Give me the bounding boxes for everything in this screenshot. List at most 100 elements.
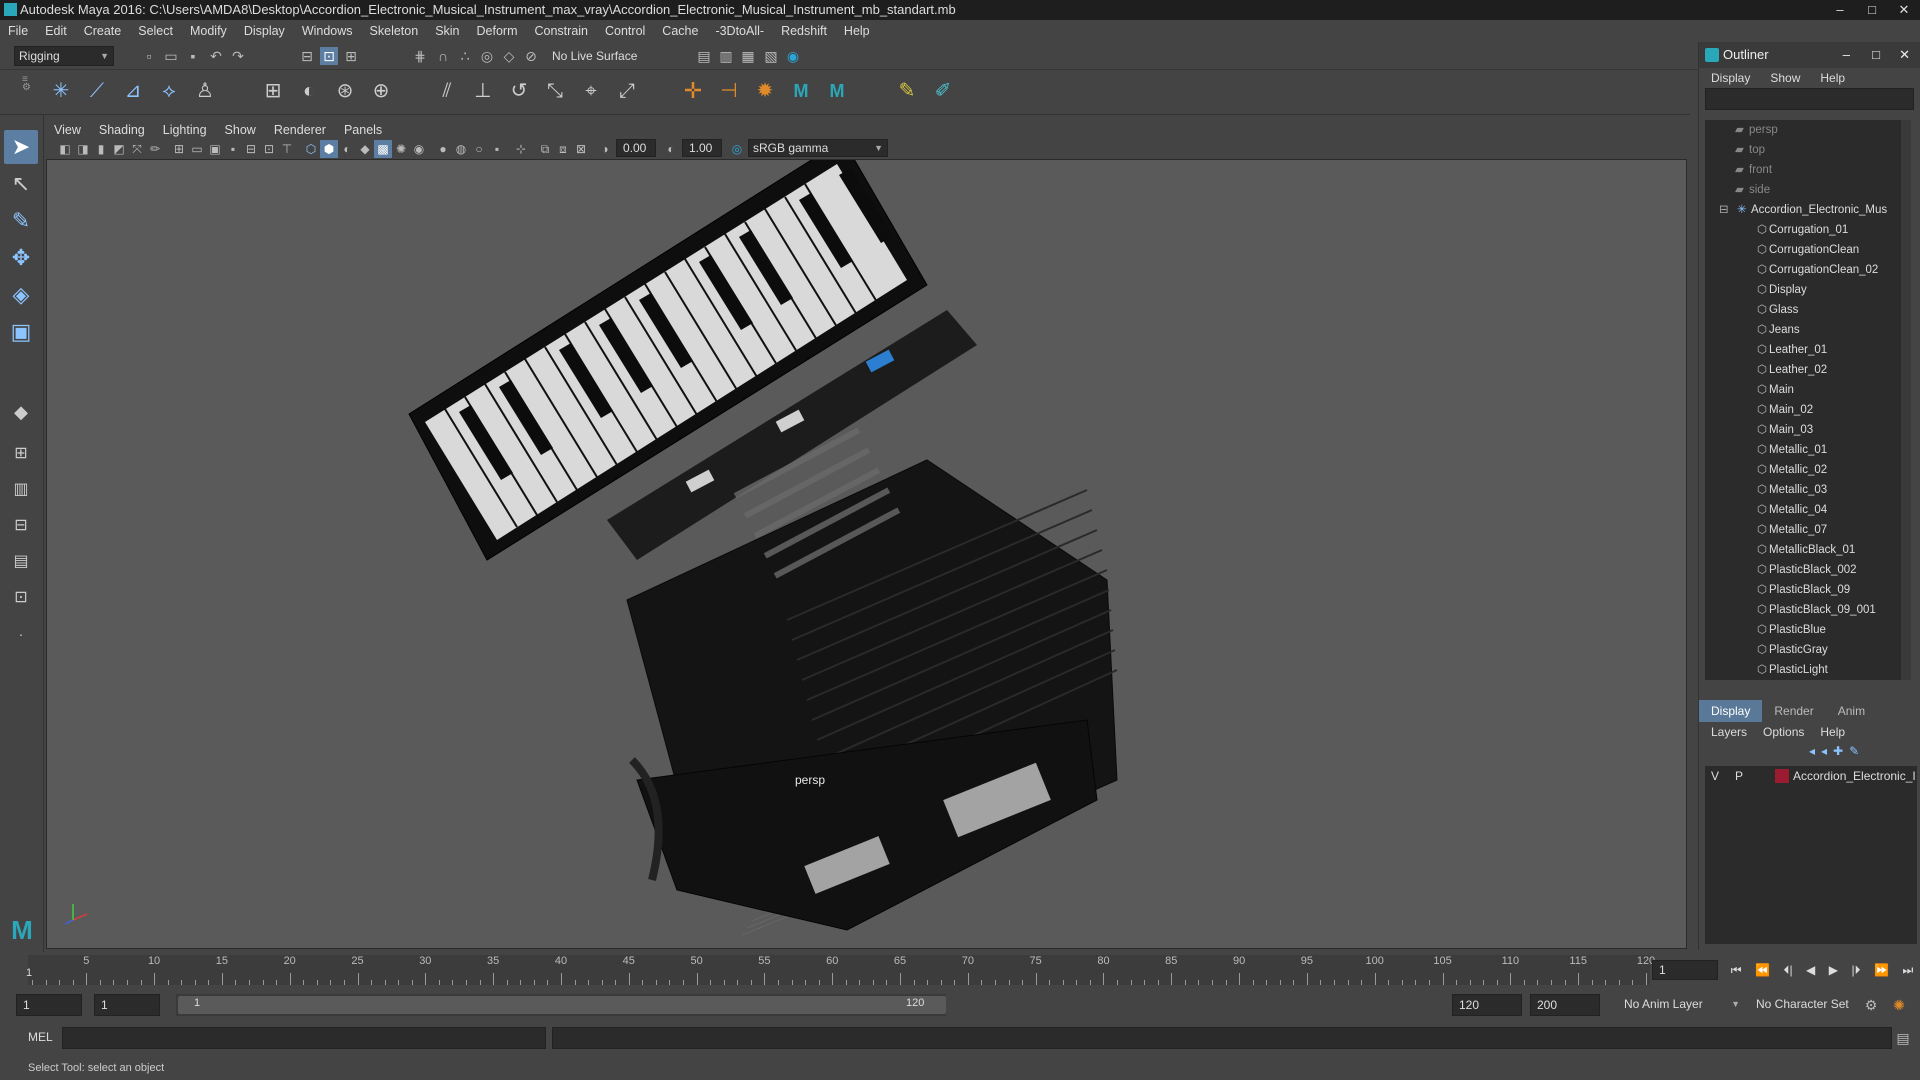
last-tool-icon[interactable]: ◆ <box>4 395 38 429</box>
outliner-item[interactable]: ⬡ Glass <box>1705 300 1911 320</box>
menu-select[interactable]: Select <box>138 24 173 38</box>
menu-skeleton[interactable]: Skeleton <box>370 24 419 38</box>
panel-menu-show[interactable]: Show <box>225 123 256 137</box>
command-input[interactable] <box>62 1027 546 1049</box>
constraint-scale-icon[interactable]: ⤡ <box>538 74 572 108</box>
snap-grid-icon[interactable]: ⋕ <box>411 47 429 65</box>
outliner-item[interactable]: ⬡ Metallic_04 <box>1705 500 1911 520</box>
grid-toggle-icon[interactable]: ⊞ <box>170 140 188 158</box>
select-object-icon[interactable]: ⊡ <box>320 47 338 65</box>
hypershade-icon[interactable]: ◉ <box>784 47 802 65</box>
smooth-shade-icon[interactable]: ⬢ <box>320 140 338 158</box>
layout-single-icon[interactable]: ⊞ <box>4 437 38 471</box>
outliner-item[interactable]: ⬡ PlasticLight <box>1705 660 1911 680</box>
outliner-item[interactable]: ⬡ Leather_01 <box>1705 340 1911 360</box>
constraint-orient-icon[interactable]: ↺ <box>502 74 536 108</box>
safe-title-icon[interactable]: ⊤ <box>278 140 296 158</box>
ik-spline-icon[interactable]: ⊿ <box>116 74 150 108</box>
shadows-icon[interactable]: ✺ <box>392 140 410 158</box>
select-hierarchy-icon[interactable]: ⊟ <box>298 47 316 65</box>
range-slider[interactable]: 1 120 <box>176 994 946 1016</box>
outliner-menu-show[interactable]: Show <box>1770 71 1800 85</box>
joint-tool-icon[interactable]: ✳ <box>44 74 78 108</box>
go-to-end-button[interactable]: ⏭ <box>1902 963 1913 978</box>
menu-control[interactable]: Control <box>605 24 645 38</box>
render-settings-icon[interactable]: ▧ <box>762 47 780 65</box>
outliner-scrollbar[interactable] <box>1901 120 1911 680</box>
outliner-item[interactable]: ⬡ MetallicBlack_01 <box>1705 540 1911 560</box>
blend-shape-icon[interactable]: ◐ <box>292 74 326 108</box>
move-tool-icon[interactable]: ✥ <box>4 241 38 275</box>
motion-blur-icon[interactable]: ● <box>434 140 452 158</box>
outliner-minimize-button[interactable]: – <box>1843 42 1850 68</box>
outliner-filter-input[interactable] <box>1705 88 1914 110</box>
play-forward-button[interactable]: ▶ <box>1829 963 1838 977</box>
wrap-icon[interactable]: ⊕ <box>364 74 398 108</box>
outliner-item[interactable]: ⬡ Corrugation_01 <box>1705 220 1911 240</box>
new-scene-icon[interactable]: ▫ <box>140 47 158 65</box>
outliner-item[interactable]: ⬡ PlasticBlue <box>1705 620 1911 640</box>
save-scene-icon[interactable]: ▪ <box>184 47 202 65</box>
camera-select-icon[interactable]: ◧ <box>56 140 74 158</box>
menu-set-dropdown[interactable]: Rigging ▼ <box>14 46 114 66</box>
playback-start-field[interactable]: 1 <box>94 994 160 1016</box>
outliner-camera-persp[interactable]: persp ▰ <box>1705 120 1911 140</box>
film-gate-icon[interactable]: ▭ <box>188 140 206 158</box>
exposure-field[interactable]: 0.00 <box>616 139 656 157</box>
menu-cache[interactable]: Cache <box>662 24 698 38</box>
panel-menu-panels[interactable]: Panels <box>344 123 382 137</box>
minimize-button[interactable]: – <box>1824 0 1856 20</box>
play-backward-button[interactable]: ◀ <box>1806 963 1815 977</box>
open-scene-icon[interactable]: ▭ <box>162 47 180 65</box>
outliner-camera-top[interactable]: top ▰ <box>1705 140 1911 160</box>
use-lights-icon[interactable]: ▩ <box>374 140 392 158</box>
undo-icon[interactable]: ↶ <box>207 47 225 65</box>
constraint-aim-icon[interactable]: ⌖ <box>574 74 608 108</box>
layer-row[interactable]: V P Accordion_Electronic_I <box>1705 766 1917 786</box>
layout-persp-icon[interactable]: ⊡ <box>4 581 38 615</box>
menu-windows[interactable]: Windows <box>302 24 353 38</box>
collapse-icon[interactable]: ⊟ <box>1719 200 1729 220</box>
gamma-field[interactable]: 1.00 <box>682 139 722 157</box>
outliner-item[interactable]: ⬡ Leather_02 <box>1705 360 1911 380</box>
orient-joint-icon[interactable]: ✹ <box>748 74 782 108</box>
menu-file[interactable]: File <box>8 24 28 38</box>
safe-action-icon[interactable]: ⊡ <box>260 140 278 158</box>
paint-select-icon[interactable]: ✎ <box>4 204 38 238</box>
layout-outliner-icon[interactable]: ▤ <box>4 545 38 579</box>
lattice-icon[interactable]: ⊛ <box>328 74 362 108</box>
mel-label[interactable]: MEL <box>28 1030 53 1044</box>
timeline-track[interactable]: 1 5 10 15 20 25 30 35 40 45 50 55 60 65 70 75 80 85 90 95 1… <box>26 955 1655 985</box>
outliner-maximize-button[interactable]: □ <box>1872 42 1880 68</box>
resolution-gate-icon[interactable]: ▣ <box>206 140 224 158</box>
viewport-persp[interactable] <box>46 159 1687 949</box>
panel-menu-shading[interactable]: Shading <box>99 123 145 137</box>
cluster-icon[interactable]: ⊞ <box>256 74 290 108</box>
outliner-root-group[interactable]: ⊟ ✳ Accordion_Electronic_Mus <box>1705 200 1911 220</box>
layer-visibility-toggle[interactable]: V <box>1711 766 1719 786</box>
wire-on-shaded-icon[interactable]: ◐ <box>338 140 356 158</box>
bookmark-icon[interactable]: ▮ <box>92 140 110 158</box>
preferences-icon[interactable]: ✺ <box>1890 996 1908 1014</box>
menu-deform[interactable]: Deform <box>477 24 518 38</box>
layout-more-icon[interactable]: · <box>4 617 38 651</box>
outliner-item[interactable]: ⬡ CorrugationClean_02 <box>1705 260 1911 280</box>
field-chart-icon[interactable]: ⊟ <box>242 140 260 158</box>
constraint-parent-icon[interactable]: ⫽ <box>430 74 464 108</box>
step-back-key-button[interactable]: ⏪ <box>1755 963 1770 977</box>
outliner-item[interactable]: ⬡ PlasticBlack_09_001 <box>1705 600 1911 620</box>
constraint-point-icon[interactable]: ⊥ <box>466 74 500 108</box>
auto-key-icon[interactable]: ⚙ <box>1862 996 1880 1014</box>
go-to-start-button[interactable]: ⏮ <box>1731 963 1742 978</box>
lasso-tool-icon[interactable]: ↖ <box>4 167 38 201</box>
two-d-pan-icon[interactable]: ⤧ <box>128 140 146 158</box>
outliner-item[interactable]: ⬡ Metallic_01 <box>1705 440 1911 460</box>
image-plane-icon[interactable]: ◩ <box>110 140 128 158</box>
paint-weights-icon[interactable]: ✎ <box>890 74 924 108</box>
layout-two-icon[interactable]: ⊟ <box>4 509 38 543</box>
outliner-camera-front[interactable]: front ▰ <box>1705 160 1911 180</box>
isolate-select-icon[interactable]: ▪ <box>488 140 506 158</box>
render-view-icon[interactable]: ▤ <box>695 47 713 65</box>
exposure-icon[interactable]: ◑ <box>596 140 614 158</box>
xray-icon[interactable]: ⊹ <box>512 140 530 158</box>
